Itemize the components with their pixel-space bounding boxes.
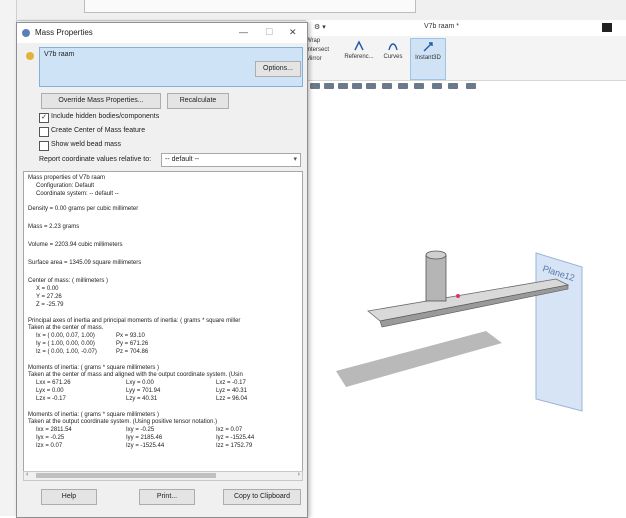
report-coordinate-label: Report coordinate values relative to: [39,156,152,163]
ribbon-intersect[interactable]: Intersect [306,47,336,53]
center-of-mass-marker [456,294,460,298]
recalculate-button[interactable]: Recalculate [167,93,229,109]
reference-geometry-icon [353,40,365,52]
search-icon[interactable] [602,23,612,32]
axis-iz: Iz = ( 0.00, 1.00, -0.07) [36,349,97,355]
moment-px: Px = 93.10 [116,333,145,339]
horizontal-scrollbar[interactable]: ‹ › [23,471,303,481]
moi-iyy: Iyy = 2185.46 [126,435,163,441]
chevron-down-icon: ▾ [293,156,297,163]
ribbon: Wrap Intersect Mirror Referenc... Curves… [306,36,626,81]
moi-com-title: Moments of inertia: ( grams * square mil… [28,365,160,371]
moi-izz: Izz = 1752.79 [216,443,253,449]
override-mass-button[interactable]: Override Mass Properties... [41,93,161,109]
cylinder [425,254,447,302]
axis-iy: Iy = ( 1.00, 0.00, 0.00) [36,341,95,347]
selection-item[interactable]: V7b raam [44,51,74,58]
com-z: Z = -25.79 [36,302,64,308]
results-line: Configuration: Default [36,183,95,189]
results-text[interactable]: Mass properties of V7b raam Configuratio… [23,171,303,473]
axis-ix: Ix = ( 0.00, 0.07, 1.00) [36,333,95,339]
dialog-title: Mass Properties [35,28,93,37]
create-com-checkbox[interactable] [39,127,49,137]
coordinate-select[interactable]: -- default -- ▾ [161,153,301,167]
left-edge-window [0,0,17,516]
include-hidden-label: Include hidden bodies/components [51,113,160,120]
print-button[interactable]: Print... [139,489,195,505]
moi-iyx: Iyx = -0.25 [36,435,65,441]
moi-com-sub: Taken at the center of mass and aligned … [28,372,243,378]
moi-lyy: Lyy = 701.94 [126,388,161,394]
ribbon-mirror[interactable]: Mirror [306,56,336,62]
mass-properties-icon [25,51,35,61]
results-line: Coordinate system: -- default -- [36,191,119,197]
options-button[interactable]: Options... [255,61,301,77]
density-line: Density = 0.00 grams per cubic millimete… [28,206,139,212]
moi-output-sub: Taken at the output coordinate system. (… [28,419,218,425]
mass-line: Mass = 2.23 grams [28,224,80,230]
include-hidden-checkbox[interactable]: ✓ [39,113,49,123]
maximize-button[interactable]: ☐ [265,27,273,38]
view-toolbar [310,83,476,89]
moi-lxz: Lxz = -0.17 [216,380,246,386]
moi-lyz: Lyz = 40.31 [216,388,247,394]
moi-lxy: Lxy = 0.00 [126,380,154,386]
help-button[interactable]: Help [41,489,97,505]
weld-bead-checkbox[interactable] [39,141,49,151]
model-viewport: Plane12 [310,83,583,412]
volume-line: Volume = 2203.94 cubic millimeters [28,242,123,248]
weld-bead-label: Show weld bead mass [51,141,122,148]
reference-geometry-button[interactable]: Referenc... [342,38,376,78]
instant3d-icon [422,41,434,53]
principal-axes-title: Principal axes of inertia and principal … [28,318,241,324]
create-com-label: Create Center of Mass feature [51,127,146,134]
com-y: Y = 27.26 [36,294,62,300]
scroll-left-icon[interactable]: ‹ [26,471,28,478]
moi-lyx: Lyx = 0.00 [36,388,64,394]
scrollbar-thumb[interactable] [36,473,216,478]
principal-axes-sub: Taken at the center of mass. [28,325,104,331]
copy-clipboard-button[interactable]: Copy to Clipboard [223,489,301,505]
mass-properties-dialog: Mass Properties — ☐ ✕ V7b raam Options..… [16,22,308,518]
curves-icon [387,40,399,52]
app-menu-icon[interactable]: ⚙ ▾ [314,23,326,31]
ribbon-wrap-group[interactable]: Wrap Intersect Mirror [306,38,336,78]
moi-izy: Izy = -1525.44 [126,443,165,449]
coordinate-select-value: -- default -- [165,156,200,163]
moi-output-title: Moments of inertia: ( grams * square mil… [28,412,160,418]
minimize-button[interactable]: — [239,27,248,37]
moi-ixx: Ixx = 2811.54 [36,427,72,433]
results-line: Mass properties of V7b raam [28,175,106,181]
surface-line: Surface area = 1345.09 square millimeter… [28,260,142,266]
close-button[interactable]: ✕ [289,27,297,38]
background-window-box [84,0,416,13]
graphics-area[interactable]: Plane12 [306,81,626,516]
ribbon-wrap[interactable]: Wrap [306,38,336,44]
moi-lzx: Lzx = -0.17 [36,396,66,402]
moi-lzz: Lzz = 96.04 [216,396,248,402]
model-shadow [336,331,502,387]
moi-izx: Izx = 0.07 [36,443,63,449]
moi-ixy: Ixy = -0.25 [126,427,155,433]
com-title: Center of mass: ( millimeters ) [28,278,109,284]
app-titlebar: ⚙ ▾ V7b raam * [306,20,626,37]
moi-iyz: Iyz = -1525.44 [216,435,255,441]
moment-pz: Pz = 704.86 [116,349,149,355]
moment-py: Py = 671.26 [116,341,149,347]
instant3d-button[interactable]: Instant3D [410,38,446,80]
doc-title: V7b raam * [424,23,460,30]
curves-button[interactable]: Curves [380,38,406,78]
moi-lzy: Lzy = 40.31 [126,396,158,402]
com-x: X = 0.00 [36,286,59,292]
app-logo-icon [21,28,31,38]
moi-lxx: Lxx = 671.26 [36,380,71,386]
scroll-right-icon[interactable]: › [298,471,300,478]
dialog-titlebar[interactable]: Mass Properties — ☐ ✕ [17,23,307,43]
moi-ixz: Ixz = 0.07 [216,427,243,433]
